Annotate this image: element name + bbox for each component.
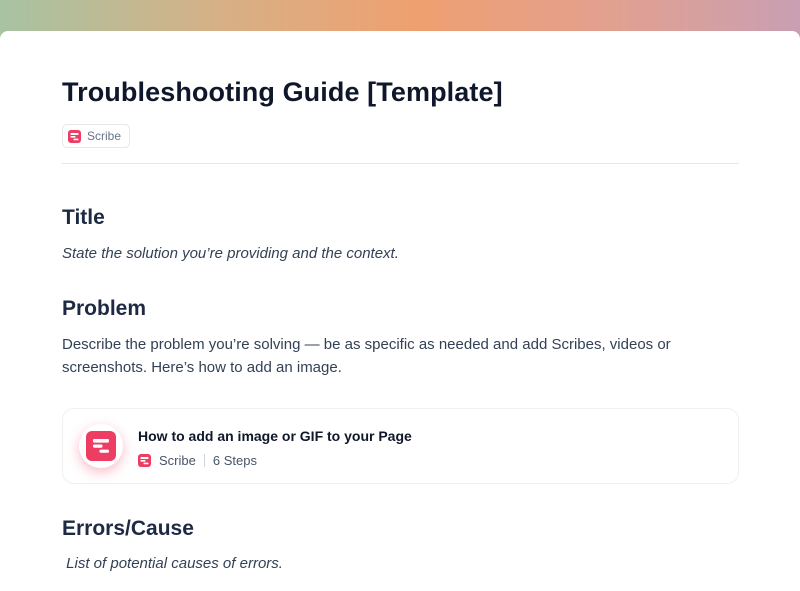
scribe-embed-card[interactable]: How to add an image or GIF to your Page …	[62, 408, 739, 484]
divider	[62, 163, 739, 164]
author-chip[interactable]: Scribe	[62, 124, 131, 148]
scribe-logo-icon	[138, 454, 151, 467]
section-heading-problem[interactable]: Problem	[62, 297, 146, 321]
section-heading-title[interactable]: Title	[62, 206, 105, 230]
meta-separator	[203, 454, 205, 467]
embed-icon-badge	[79, 424, 123, 468]
scribe-logo-icon	[86, 431, 116, 461]
embed-meta: Scribe 6 Steps	[138, 453, 257, 468]
section-text-errors-cause[interactable]: List of potential causes of errors.	[62, 555, 283, 572]
author-chip-label: Scribe	[87, 129, 122, 143]
section-text-problem[interactable]: Describe the problem you’re solving — be…	[62, 333, 722, 379]
section-text-title[interactable]: State the solution you’re providing and …	[62, 245, 399, 262]
document-sheet: Troubleshooting Guide [Template] Scribe …	[0, 31, 800, 591]
embed-title[interactable]: How to add an image or GIF to your Page	[138, 428, 412, 444]
page-title[interactable]: Troubleshooting Guide [Template]	[62, 77, 503, 108]
section-heading-errors-cause[interactable]: Errors/Cause	[62, 517, 194, 541]
embed-author: Scribe	[159, 453, 196, 468]
page: Troubleshooting Guide [Template] Scribe …	[0, 0, 800, 591]
embed-steps: 6 Steps	[212, 453, 257, 468]
scribe-logo-icon	[68, 129, 81, 143]
